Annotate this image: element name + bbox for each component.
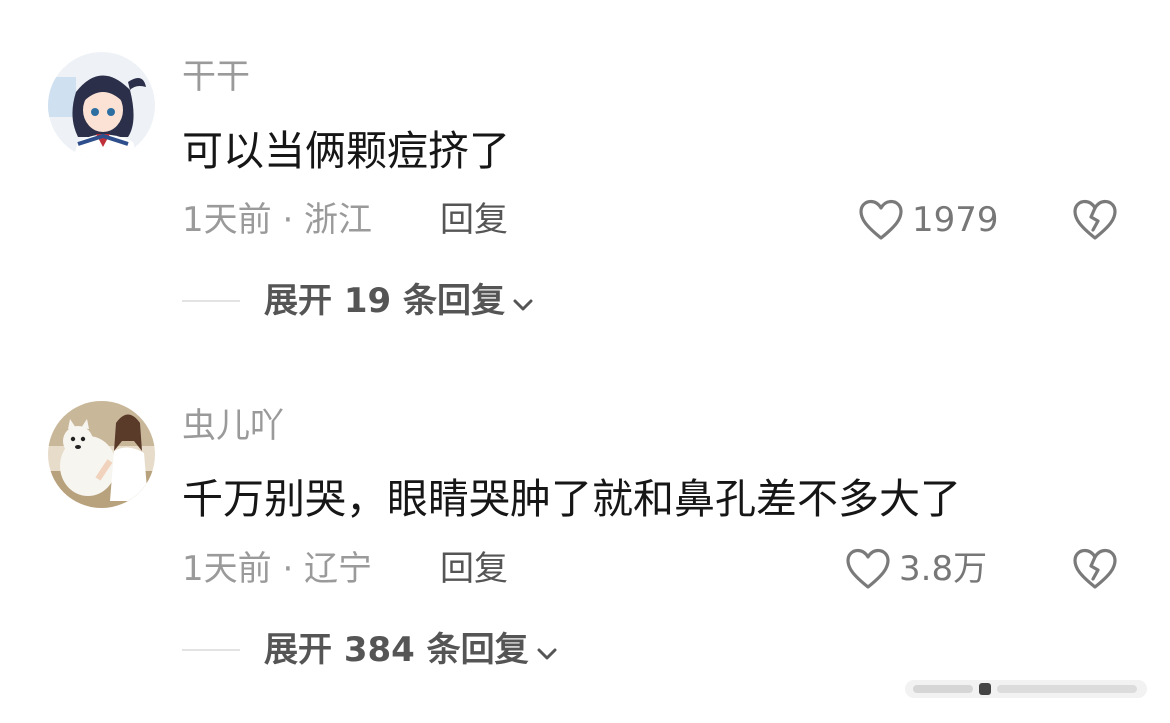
reply-button[interactable]: 回复 <box>440 552 508 586</box>
expand-replies-button[interactable]: 展开 384 条回复 <box>182 633 557 667</box>
like-count: 1979 <box>912 200 999 240</box>
divider-line <box>182 649 240 651</box>
username[interactable]: 虫儿吖 <box>182 409 284 443</box>
dislike-button[interactable] <box>1072 548 1118 594</box>
heart-icon <box>858 199 904 241</box>
girl-with-dog-avatar-icon <box>48 401 155 508</box>
broken-heart-icon <box>1072 199 1118 245</box>
heart-icon <box>845 548 891 590</box>
chevron-down-icon <box>537 633 557 667</box>
watermark <box>905 676 1147 702</box>
expand-replies-label: 展开 19 条回复 <box>264 281 505 321</box>
chevron-down-icon <box>513 284 533 318</box>
avatar[interactable] <box>48 401 155 508</box>
comment-meta: 1天前 · 浙江 <box>182 200 373 240</box>
like-button[interactable]: 1979 <box>858 199 999 241</box>
avatar[interactable] <box>48 52 155 159</box>
like-count: 3.8万 <box>899 549 988 589</box>
expand-replies-label: 展开 384 条回复 <box>264 630 529 670</box>
dislike-button[interactable] <box>1072 199 1118 245</box>
broken-heart-icon <box>1072 548 1118 594</box>
like-button[interactable]: 3.8万 <box>845 548 987 590</box>
username[interactable]: 干干 <box>182 60 250 94</box>
divider-line <box>182 300 240 302</box>
reply-button[interactable]: 回复 <box>440 203 508 237</box>
expand-replies-button[interactable]: 展开 19 条回复 <box>182 284 533 318</box>
comment-meta: 1天前 · 辽宁 <box>182 549 373 589</box>
comment-text: 可以当俩颗痘挤了 <box>182 127 510 175</box>
comment-text: 千万别哭，眼睛哭肿了就和鼻孔差不多大了 <box>182 475 961 523</box>
anime-girl-avatar-icon <box>48 52 155 159</box>
